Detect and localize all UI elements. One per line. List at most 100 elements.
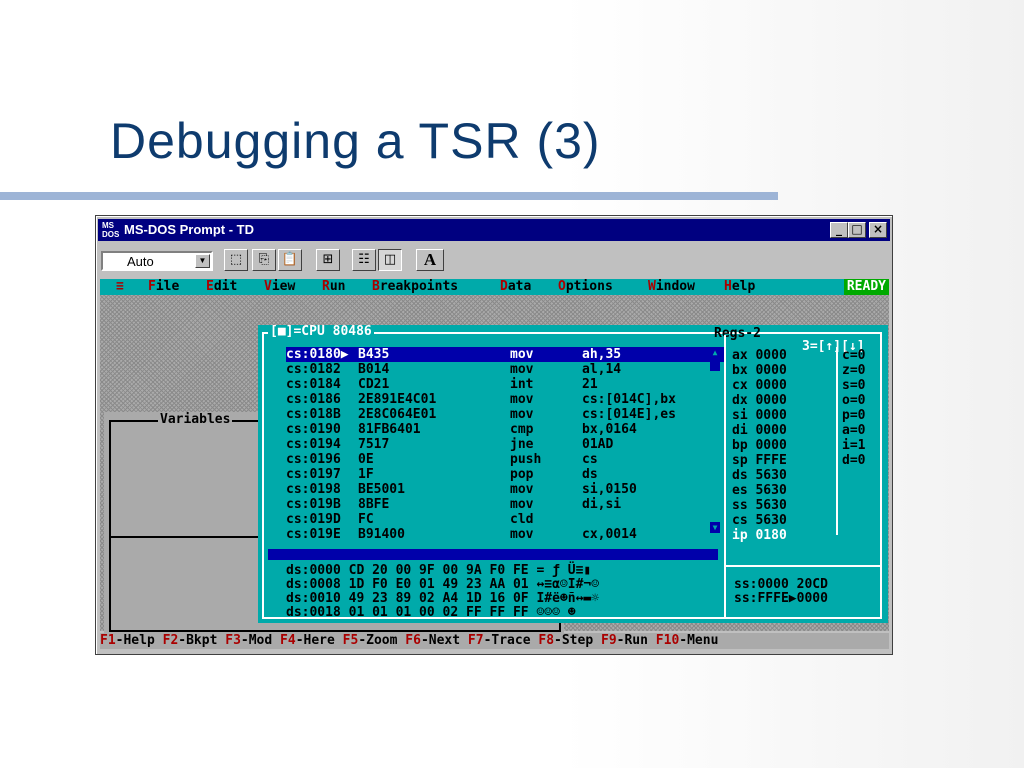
code-opcode: cmp (510, 422, 534, 437)
code-line[interactable]: cs:0182 B014 mov al,14 (286, 362, 726, 377)
register-value[interactable]: ds 5630 (732, 468, 787, 483)
system-menu-icon[interactable]: ≡ (116, 279, 124, 295)
register-value[interactable]: ss 5630 (732, 498, 787, 513)
menu-hot: H (724, 279, 732, 294)
fkey-f10[interactable]: F10-Menu (656, 633, 719, 648)
properties-icon[interactable]: ☷ (352, 249, 376, 271)
register-value[interactable]: ip 0180 (732, 528, 787, 543)
menu-help[interactable]: Help (724, 279, 755, 295)
code-address: cs:0182 (286, 362, 341, 377)
flag-value[interactable]: a=0 (842, 423, 865, 438)
dump-line[interactable]: ds:0000 CD 20 00 9F 00 9A F0 FE = ƒ Ü≡▮ (286, 563, 591, 578)
fkey-f6[interactable]: F6-Next (405, 633, 460, 648)
register-value[interactable]: bx 0000 (732, 363, 787, 378)
dump-line[interactable]: ds:0010 49 23 89 02 A4 1D 16 0F I#ë☻ñ↔▬☼ (286, 591, 599, 606)
fkey-f2[interactable]: F2-Bkpt (163, 633, 218, 648)
register-value[interactable]: cx 0000 (732, 378, 787, 393)
menu-edit[interactable]: Edit (206, 279, 237, 295)
flag-value[interactable]: o=0 (842, 393, 865, 408)
icon-text-top: MS (102, 221, 114, 230)
scroll-down-icon[interactable]: ▼ (710, 522, 720, 533)
font-button[interactable]: A (416, 249, 444, 271)
register-value[interactable]: si 0000 (732, 408, 787, 423)
horizontal-scrollbar[interactable] (268, 549, 718, 560)
code-line[interactable]: cs:0190 81FB6401 cmp bx,0164 (286, 422, 726, 437)
code-line[interactable]: cs:0186 2E891E4C01 mov cs:[014C],bx (286, 392, 726, 407)
code-bytes: 2E891E4C01 (358, 392, 437, 407)
flag-value[interactable]: d=0 (842, 453, 865, 468)
code-line[interactable]: cs:0197 1F pop ds (286, 467, 726, 482)
background-icon[interactable]: ◫ (378, 249, 402, 271)
code-bytes: CD21 (358, 377, 390, 392)
menu-file[interactable]: File (148, 279, 179, 295)
code-line[interactable]: cs:0194 7517 jne 01AD (286, 437, 726, 452)
ms-dos-icon[interactable]: MS DOS (102, 221, 120, 239)
register-value[interactable]: es 5630 (732, 483, 787, 498)
chevron-down-icon[interactable]: ▼ (195, 254, 210, 268)
stack-line[interactable]: ss:FFFE▶0000 (734, 591, 828, 606)
menu-run[interactable]: Run (322, 279, 345, 295)
flag-value[interactable]: c=0 (842, 348, 865, 363)
menu-view[interactable]: View (264, 279, 295, 295)
menu-breakpoints[interactable]: Breakpoints (372, 279, 458, 295)
code-scrollbar[interactable]: ▲ ▼ (710, 347, 720, 533)
register-value[interactable]: sp FFFE (732, 453, 787, 468)
fkey-f3[interactable]: F3-Mod (225, 633, 272, 648)
fkey-f7[interactable]: F7-Trace (468, 633, 531, 648)
icon-text-bottom: DOS (102, 230, 120, 239)
fkey-f9[interactable]: F9-Run (601, 633, 648, 648)
code-line[interactable]: cs:018B 2E8C064E01 mov cs:[014E],es (286, 407, 726, 422)
menu-window[interactable]: Window (648, 279, 695, 295)
cpu-window[interactable]: [■]=CPU 80486 Regs-2 3=[↑][↓] cs:0180▶ B4… (258, 325, 888, 623)
fkey-label: -Mod (240, 633, 273, 648)
variables-title: Variables (158, 412, 233, 427)
fkey-label: -Zoom (358, 633, 398, 648)
fkey-f8[interactable]: F8-Step (538, 633, 593, 648)
flag-value[interactable]: i=1 (842, 438, 865, 453)
dump-line[interactable]: ds:0008 1D F0 E0 01 49 23 AA 01 ↔≡α☺I#¬☺ (286, 577, 599, 592)
regs-title: Regs-2 (714, 327, 761, 341)
flag-value[interactable]: z=0 (842, 363, 865, 378)
code-line[interactable]: cs:019E B91400 mov cx,0014 (286, 527, 726, 542)
code-opcode: mov (510, 362, 534, 377)
flag-value[interactable]: s=0 (842, 378, 865, 393)
mark-icon[interactable]: ⬚ (224, 249, 248, 271)
register-value[interactable]: di 0000 (732, 423, 787, 438)
regs-title-text: Regs-2 (714, 326, 761, 341)
register-value[interactable]: cs 5630 (732, 513, 787, 528)
maximize-button[interactable]: □ (848, 222, 866, 238)
font-size-select[interactable]: Auto ▼ (101, 251, 213, 271)
code-line[interactable]: cs:0196 0E push cs (286, 452, 726, 467)
window-titlebar[interactable]: MS DOS MS-DOS Prompt - TD _ □ × (98, 219, 890, 241)
register-value[interactable]: dx 0000 (732, 393, 787, 408)
code-line[interactable]: cs:019B 8BFE mov di,si (286, 497, 726, 512)
close-button[interactable]: × (869, 222, 887, 238)
menu-hot: V (264, 279, 272, 294)
dump-line[interactable]: ds:0018 01 01 01 00 02 FF FF FF ☺☺☺ ☻ (286, 605, 576, 620)
fkey-label: -Trace (483, 633, 531, 648)
code-line[interactable]: cs:0184 CD21 int 21 (286, 377, 726, 392)
flag-value[interactable]: p=0 (842, 408, 865, 423)
menu-data[interactable]: Data (500, 279, 531, 295)
scroll-up-icon[interactable]: ▲ (710, 347, 720, 358)
minimize-button[interactable]: _ (830, 222, 848, 238)
code-line[interactable]: cs:0180▶ B435 mov ah,35 (286, 347, 726, 362)
code-operands: al,14 (582, 362, 622, 377)
stack-line[interactable]: ss:0000 20CD (734, 577, 828, 592)
code-opcode: cld (510, 512, 534, 527)
register-value[interactable]: bp 0000 (732, 438, 787, 453)
fkey-f4[interactable]: F4-Here (280, 633, 335, 648)
scroll-thumb[interactable] (710, 361, 720, 371)
copy-icon[interactable]: ⎘ (252, 249, 276, 271)
register-value[interactable]: ax 0000 (732, 348, 787, 363)
fkey-key: F4 (280, 633, 296, 648)
code-line[interactable]: cs:0198 BE5001 mov si,0150 (286, 482, 726, 497)
code-operands: si,0150 (582, 482, 637, 497)
menu-options[interactable]: Options (558, 279, 613, 295)
fkey-f5[interactable]: F5-Zoom (343, 633, 398, 648)
fkey-f1[interactable]: F1-Help (100, 633, 155, 648)
fkey-label: -Menu (679, 633, 719, 648)
paste-icon[interactable]: 📋 (278, 249, 302, 271)
full-screen-icon[interactable]: ⊞ (316, 249, 340, 271)
code-line[interactable]: cs:019D FC cld (286, 512, 726, 527)
